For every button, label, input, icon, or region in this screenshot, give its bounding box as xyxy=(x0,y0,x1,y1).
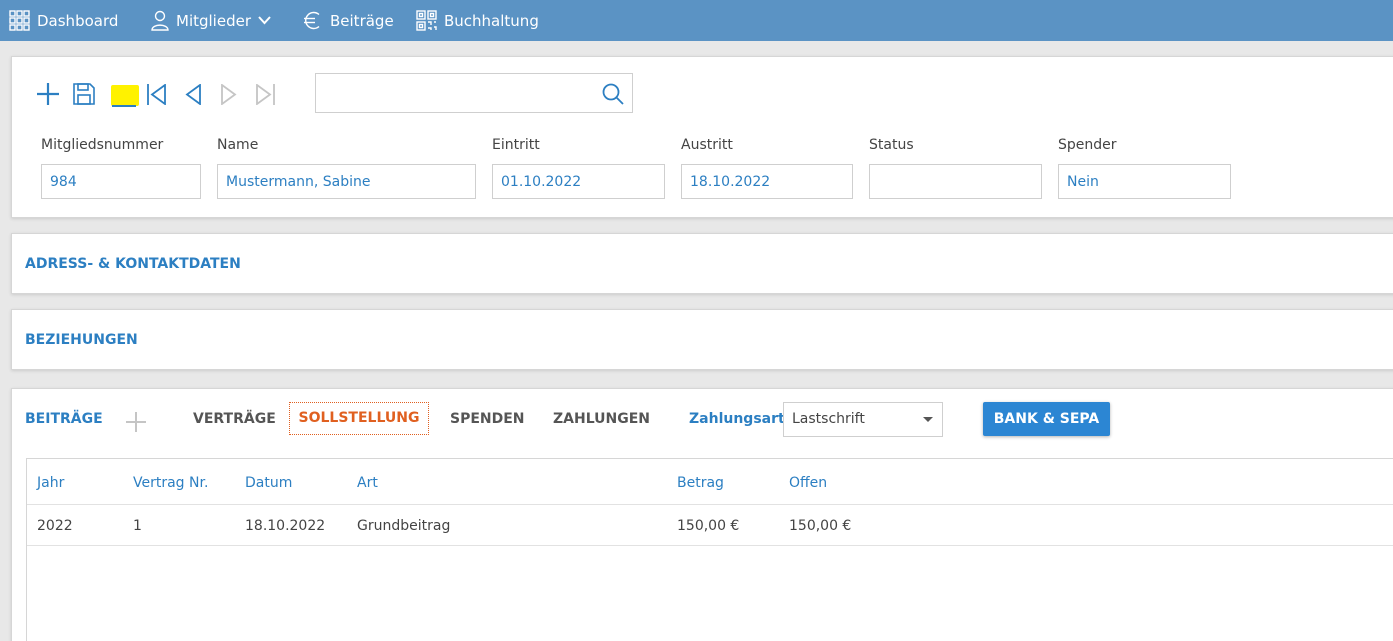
save-icon[interactable] xyxy=(73,83,95,109)
qr-code-icon xyxy=(416,10,437,31)
nav-dashboard-label: Dashboard xyxy=(37,11,119,30)
mitgliedsnummer-field[interactable]: 984 xyxy=(41,164,201,199)
nav-mitglieder-label: Mitglieder xyxy=(176,11,251,30)
beitraege-panel: BEITRÄGE VERTRÄGE SOLLSTELLUNG SPENDEN Z… xyxy=(11,388,1393,641)
tab-spenden[interactable]: SPENDEN xyxy=(450,411,525,427)
tab-sollstellung[interactable]: SOLLSTELLUNG xyxy=(289,402,429,435)
nav-beitraege-label: Beiträge xyxy=(330,11,394,30)
cell-offen: 150,00 € xyxy=(789,518,852,534)
eintritt-field[interactable]: 01.10.2022 xyxy=(492,164,665,199)
nav-buchhaltung-label: Buchhaltung xyxy=(444,11,539,30)
nav-mitglieder[interactable]: Mitglieder xyxy=(151,0,271,41)
chevron-down-icon xyxy=(258,16,271,25)
sollstellung-table: Jahr Vertrag Nr. Datum Art Betrag Offen … xyxy=(26,458,1393,641)
nav-dashboard[interactable]: Dashboard xyxy=(9,0,118,41)
name-label: Name xyxy=(217,137,259,153)
euro-icon xyxy=(302,10,323,31)
next-record-icon[interactable] xyxy=(220,83,238,109)
beziehungen-panel[interactable]: BEZIEHUNGEN xyxy=(11,309,1393,370)
zahlungsart-select[interactable]: Lastschrift xyxy=(783,402,943,437)
cell-datum: 18.10.2022 xyxy=(245,518,326,534)
top-nav: Dashboard Mitglieder Beiträge Buchhaltun… xyxy=(0,0,1393,41)
add-icon[interactable] xyxy=(37,83,59,109)
add-beitrag-icon[interactable] xyxy=(126,412,146,436)
zahlungsart-value: Lastschrift xyxy=(792,411,865,427)
col-datum[interactable]: Datum xyxy=(245,475,292,491)
austritt-label: Austritt xyxy=(681,137,733,153)
first-record-icon[interactable] xyxy=(146,83,168,109)
col-vertrag-nr[interactable]: Vertrag Nr. xyxy=(133,475,208,491)
grid-icon xyxy=(9,10,30,31)
spender-field[interactable]: Nein xyxy=(1058,164,1231,199)
caret-down-icon xyxy=(923,417,933,422)
search-icon[interactable] xyxy=(602,83,624,109)
col-art[interactable]: Art xyxy=(357,475,378,491)
bank-sepa-button[interactable]: BANK & SEPA xyxy=(983,402,1110,436)
name-field[interactable]: Mustermann, Sabine xyxy=(217,164,476,199)
table-row[interactable]: 2022 1 18.10.2022 Grundbeitrag 150,00 € … xyxy=(27,505,1393,546)
col-betrag[interactable]: Betrag xyxy=(677,475,724,491)
search-input[interactable] xyxy=(316,74,596,112)
nav-beitraege[interactable]: Beiträge xyxy=(302,0,394,41)
user-icon xyxy=(151,10,169,31)
nav-buchhaltung[interactable]: Buchhaltung xyxy=(416,0,539,41)
col-offen[interactable]: Offen xyxy=(789,475,827,491)
table-header: Jahr Vertrag Nr. Datum Art Betrag Offen xyxy=(27,459,1393,505)
cell-art: Grundbeitrag xyxy=(357,518,451,534)
cell-jahr: 2022 xyxy=(37,518,73,534)
previous-record-icon[interactable] xyxy=(184,83,202,109)
remove-icon[interactable] xyxy=(112,93,136,112)
member-record-panel: Mitgliedsnummer 984 Name Mustermann, Sab… xyxy=(11,56,1393,218)
spender-label: Spender xyxy=(1058,137,1117,153)
eintritt-label: Eintritt xyxy=(492,137,540,153)
beitraege-title: BEITRÄGE xyxy=(25,411,103,427)
cell-vertrag-nr: 1 xyxy=(133,518,142,534)
search-box[interactable] xyxy=(315,73,633,113)
zahlungsart-label: Zahlungsart xyxy=(689,411,785,427)
tab-zahlungen[interactable]: ZAHLUNGEN xyxy=(553,411,650,427)
adress-kontakt-title[interactable]: ADRESS- & KONTAKTDATEN xyxy=(25,256,241,272)
tab-vertraege[interactable]: VERTRÄGE xyxy=(193,411,276,427)
adress-kontakt-panel[interactable]: ADRESS- & KONTAKTDATEN xyxy=(11,233,1393,294)
mitgliedsnummer-label: Mitgliedsnummer xyxy=(41,137,164,153)
last-record-icon[interactable] xyxy=(254,83,276,109)
beziehungen-title[interactable]: BEZIEHUNGEN xyxy=(25,332,138,348)
cell-betrag: 150,00 € xyxy=(677,518,740,534)
status-field[interactable] xyxy=(869,164,1042,199)
status-label: Status xyxy=(869,137,914,153)
col-jahr[interactable]: Jahr xyxy=(37,475,64,491)
austritt-field[interactable]: 18.10.2022 xyxy=(681,164,853,199)
